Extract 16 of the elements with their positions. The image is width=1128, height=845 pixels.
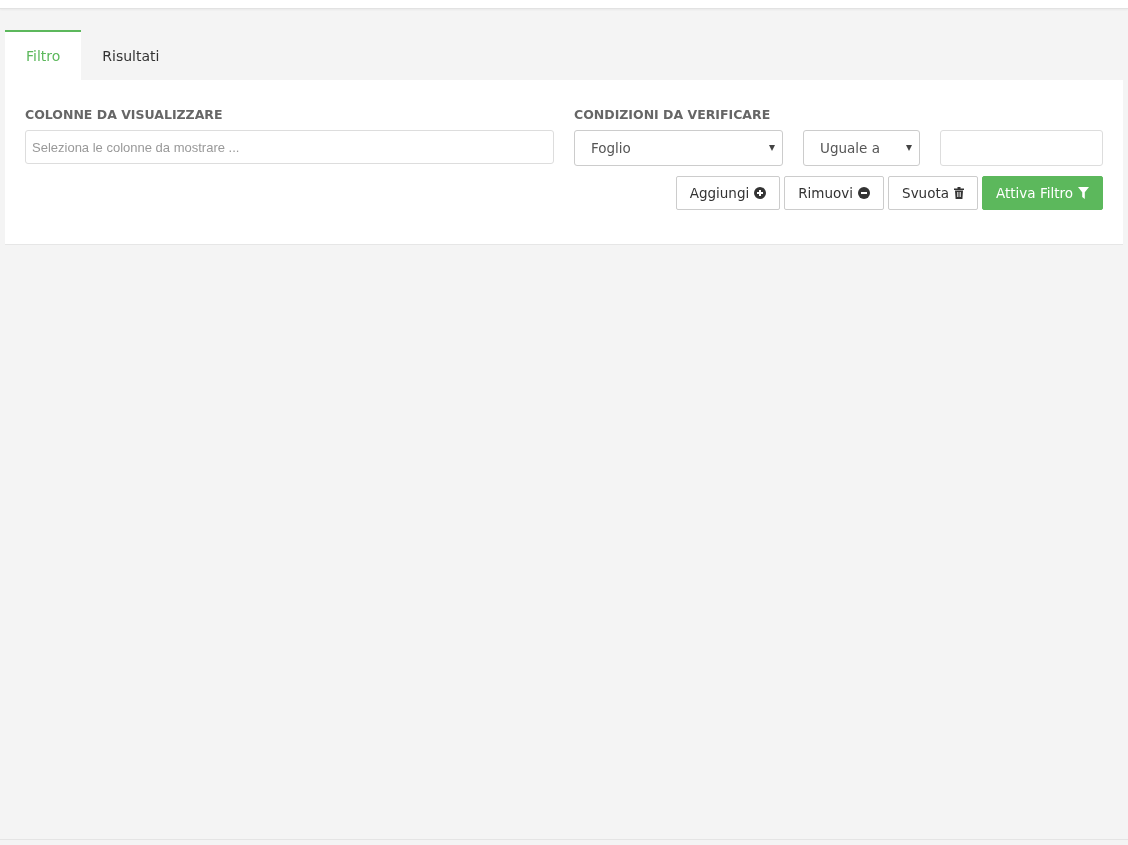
trash-icon bbox=[954, 187, 964, 199]
add-button[interactable]: Aggiungi bbox=[675, 176, 781, 210]
caret-icon bbox=[906, 145, 912, 151]
operator-select[interactable]: Uguale a bbox=[803, 130, 920, 166]
caret-icon bbox=[769, 145, 775, 151]
plus-circle-icon bbox=[754, 187, 767, 199]
remove-button[interactable]: Rimuovi bbox=[784, 176, 885, 210]
tab[interactable]: Risultati bbox=[81, 30, 181, 80]
value-input-field[interactable] bbox=[940, 130, 1103, 166]
section-heading: COLONNE DA VISUALIZZARE bbox=[25, 107, 224, 122]
field-select[interactable]: Foglio bbox=[574, 130, 783, 166]
clear-button[interactable]: Svuota bbox=[888, 176, 978, 210]
section-heading: CONDIZIONI DA VERIFICARE bbox=[574, 107, 772, 122]
columns-input-field[interactable]: Seleziona le colonne da mostrare ... bbox=[25, 130, 554, 164]
minus-circle-icon bbox=[858, 187, 871, 199]
funnel-icon bbox=[1078, 187, 1089, 199]
